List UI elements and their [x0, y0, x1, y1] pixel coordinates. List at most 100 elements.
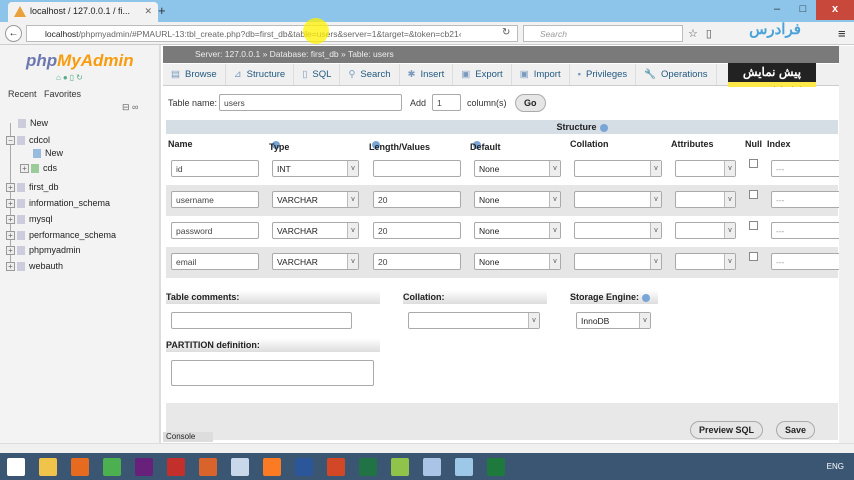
column-collation-select[interactable]: v	[574, 222, 662, 239]
taskbar-app-winrar[interactable]	[160, 453, 192, 480]
tree-item-new-table[interactable]: New	[33, 148, 63, 159]
partition-textarea[interactable]	[171, 360, 374, 386]
column-index-select[interactable]: ---	[771, 160, 841, 177]
search-input[interactable]: Search	[523, 25, 683, 42]
new-tab-button[interactable]: +	[158, 3, 166, 18]
taskbar-app-start[interactable]	[0, 453, 32, 480]
close-tab-icon[interactable]: ✕	[144, 6, 152, 17]
tree-item-cdcol[interactable]: − cdcol	[6, 135, 50, 146]
tab-structure[interactable]: ⊿ Structure	[226, 64, 295, 85]
tree-item-cds[interactable]: + cds	[20, 163, 57, 174]
favorites-tab[interactable]: Favorites	[44, 89, 81, 99]
tab-sql[interactable]: ▯ SQL	[294, 64, 341, 85]
tab-search[interactable]: ⚲ Search	[340, 64, 400, 85]
taskbar-app-excel[interactable]	[352, 453, 384, 480]
go-button[interactable]: Go	[515, 94, 546, 112]
column-name-input[interactable]: username	[171, 191, 259, 208]
breadcrumb-table[interactable]: Table: users	[348, 49, 394, 59]
tree-item-performance-schema[interactable]: + performance_schema	[6, 230, 116, 241]
tab-browse[interactable]: ▤ Browse	[163, 64, 226, 85]
column-collation-select[interactable]: v	[574, 253, 662, 270]
taskbar-app-word[interactable]	[288, 453, 320, 480]
null-checkbox[interactable]	[749, 159, 758, 168]
recent-tab[interactable]: Recent	[8, 89, 37, 99]
menu-icon[interactable]: ≡	[838, 26, 846, 41]
column-attributes-select[interactable]: v	[675, 222, 736, 239]
column-attributes-select[interactable]: v	[675, 253, 736, 270]
breadcrumb-server[interactable]: Server: 127.0.0.1	[195, 49, 260, 59]
column-default-select[interactable]: None v	[474, 222, 561, 239]
tab-privileges[interactable]: ▪ Privileges	[570, 64, 637, 85]
taskbar-app-visual-studio[interactable]	[128, 453, 160, 480]
table-comments-input[interactable]	[171, 312, 352, 329]
tab-insert[interactable]: ✱ Insert	[400, 64, 454, 85]
taskbar-app-file-explorer[interactable]	[32, 453, 64, 480]
maximize-button[interactable]: □	[790, 0, 816, 20]
column-type-select[interactable]: VARCHAR v	[272, 253, 359, 270]
column-length-input[interactable]: 20	[373, 222, 461, 239]
null-checkbox[interactable]	[749, 221, 758, 230]
collation-select[interactable]: v	[408, 312, 540, 329]
tree-item-first-db[interactable]: + first_db	[6, 182, 59, 193]
storage-engine-select[interactable]: InnoDB v	[576, 312, 651, 329]
taskbar-app-notepad[interactable]	[448, 453, 480, 480]
save-button[interactable]: Save	[776, 421, 816, 439]
column-collation-select[interactable]: v	[574, 191, 662, 208]
tab-operations[interactable]: 🔧 Operations	[636, 64, 717, 85]
column-attributes-select[interactable]: v	[675, 160, 736, 177]
browser-tab[interactable]: localhost / 127.0.0.1 / fi... ✕	[8, 2, 158, 22]
close-window-button[interactable]: x	[816, 0, 854, 20]
taskbar-app-matlab[interactable]	[192, 453, 224, 480]
collapse-all-icon[interactable]: ⊟ ∞	[122, 102, 138, 113]
column-type-select[interactable]: VARCHAR v	[272, 222, 359, 239]
console-toggle[interactable]: Console	[163, 432, 213, 442]
tab-export[interactable]: ▣ Export	[453, 64, 512, 85]
column-length-input[interactable]	[373, 160, 461, 177]
taskbar-app-notepad-[interactable]	[384, 453, 416, 480]
reload-icon[interactable]: ↻	[502, 27, 510, 38]
tree-item-new[interactable]: New	[18, 118, 48, 129]
tree-item-phpmyadmin[interactable]: + phpmyadmin	[6, 245, 81, 256]
header-type: Type	[269, 140, 290, 152]
column-name-input[interactable]: id	[171, 160, 259, 177]
column-type-select[interactable]: VARCHAR v	[272, 191, 359, 208]
column-index-select[interactable]: ---	[771, 222, 841, 239]
null-checkbox[interactable]	[749, 190, 758, 199]
minimize-button[interactable]: –	[764, 0, 790, 20]
null-checkbox[interactable]	[749, 252, 758, 261]
preview-sql-button[interactable]: Preview SQL	[690, 421, 764, 439]
column-length-input[interactable]: 20	[373, 191, 461, 208]
column-default-select[interactable]: None v	[474, 160, 561, 177]
table-name-input[interactable]: users	[219, 94, 402, 111]
column-index-select[interactable]: ---	[771, 253, 841, 270]
home-icon[interactable]: ⌂●▯↻	[56, 73, 85, 82]
column-length-input[interactable]: 20	[373, 253, 461, 270]
taskbar-app-powerpoint[interactable]	[320, 453, 352, 480]
taskbar-app-virtualbox[interactable]	[224, 453, 256, 480]
vertical-scrollbar[interactable]	[839, 46, 854, 443]
language-indicator[interactable]: ENG	[827, 462, 844, 471]
column-collation-select[interactable]: v	[574, 160, 662, 177]
tree-item-information-schema[interactable]: + information_schema	[6, 198, 110, 209]
column-name-input[interactable]: email	[171, 253, 259, 270]
phpmyadmin-logo[interactable]: phpMyAdmin	[26, 51, 134, 71]
taskbar-app-firefox[interactable]	[64, 453, 96, 480]
breadcrumb-database[interactable]: Database: first_db	[270, 49, 339, 59]
horizontal-scrollbar[interactable]	[0, 443, 854, 453]
tree-item-mysql[interactable]: + mysql	[6, 214, 53, 225]
taskbar-app-chrome[interactable]	[96, 453, 128, 480]
column-default-select[interactable]: None v	[474, 191, 561, 208]
taskbar-app-camtasia[interactable]	[480, 453, 512, 480]
taskbar-app-calculator[interactable]	[416, 453, 448, 480]
add-columns-input[interactable]: 1	[432, 94, 461, 111]
back-button[interactable]: ←	[5, 25, 22, 42]
column-attributes-select[interactable]: v	[675, 191, 736, 208]
column-default-select[interactable]: None v	[474, 253, 561, 270]
taskbar-app-xampp[interactable]	[256, 453, 288, 480]
column-name-input[interactable]: password	[171, 222, 259, 239]
column-index-select[interactable]: ---	[771, 191, 841, 208]
url-bar[interactable]: localhost/phpmyadmin/#PMAURL-13:tbl_crea…	[26, 25, 518, 42]
column-type-select[interactable]: INT v	[272, 160, 359, 177]
tab-import[interactable]: ▣ Import	[512, 64, 570, 85]
tree-item-webauth[interactable]: + webauth	[6, 261, 63, 272]
